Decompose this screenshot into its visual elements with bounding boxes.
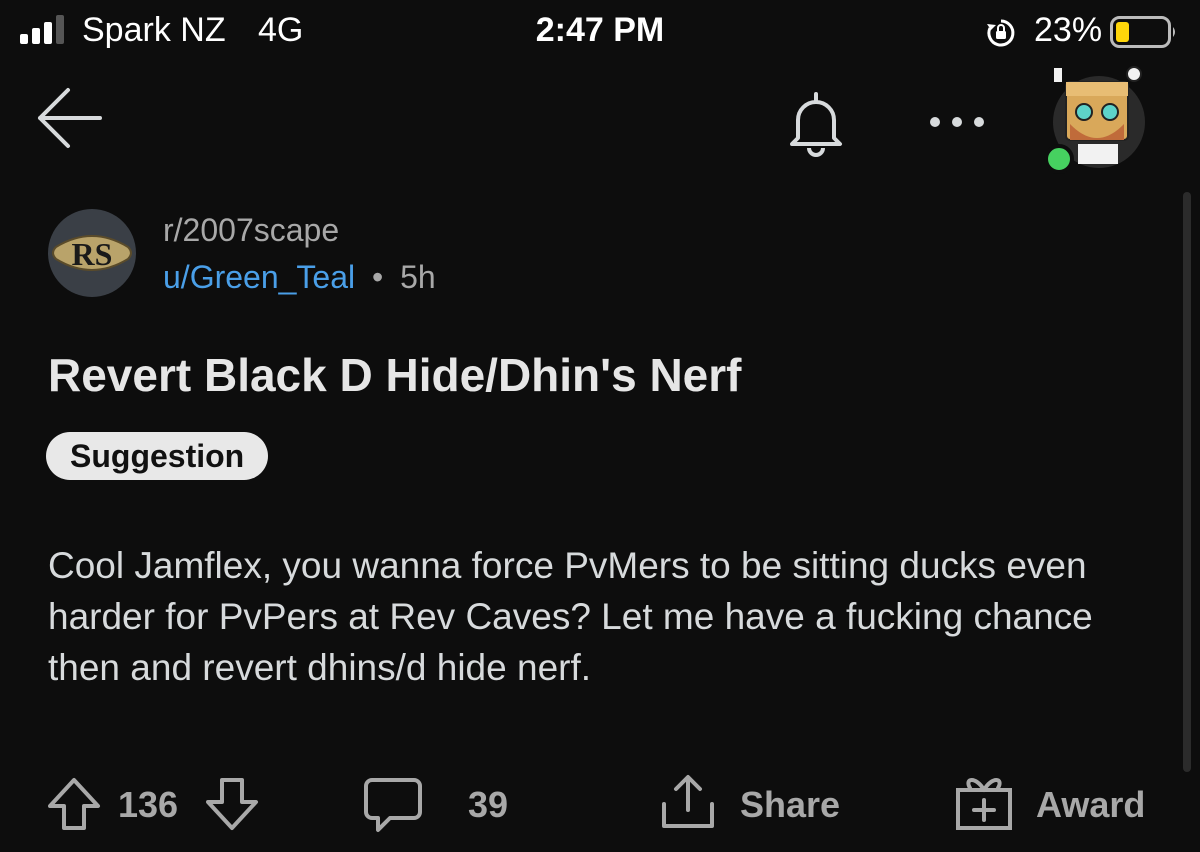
online-status-dot	[1044, 144, 1074, 174]
rotation-lock-icon	[987, 19, 1015, 47]
share-icon[interactable]	[658, 772, 718, 832]
comment-icon[interactable]	[362, 774, 424, 836]
bell-icon[interactable]	[780, 88, 852, 160]
upvote-icon[interactable]	[46, 776, 102, 832]
battery-icon	[1110, 16, 1175, 48]
post-meta: u/Green_Teal • 5h	[163, 259, 436, 296]
comment-count[interactable]: 39	[468, 784, 508, 826]
vote-score: 136	[118, 784, 179, 825]
gift-icon[interactable]	[954, 772, 1014, 832]
post-detail-screen: Spark NZ 4G 2:47 PM 23% RS r/2007scape u…	[0, 0, 1200, 852]
post-body: Cool Jamflex, you wanna force PvMers to …	[48, 545, 1093, 688]
clock: 2:47 PM	[535, 11, 665, 49]
subreddit-name[interactable]: r/2007scape	[163, 212, 339, 249]
post-flair[interactable]: Suggestion	[46, 432, 269, 480]
meta-separator: •	[372, 259, 384, 295]
post-title: Revert Black D Hide/Dhin's Nerf	[48, 349, 742, 401]
battery-percent: 23%	[1034, 11, 1103, 49]
status-bar: Spark NZ 4G 2:47 PM 23%	[0, 0, 1200, 62]
award-button[interactable]: Award	[1036, 784, 1145, 826]
author-link[interactable]: u/Green_Teal	[163, 259, 355, 295]
subreddit-icon-text: RS	[72, 236, 113, 272]
subreddit-icon[interactable]: RS	[46, 207, 138, 299]
more-options-icon[interactable]	[924, 104, 990, 140]
share-button[interactable]: Share	[740, 784, 840, 826]
scrollbar[interactable]	[1183, 192, 1191, 772]
downvote-icon[interactable]	[204, 776, 260, 832]
post-age: 5h	[400, 259, 436, 295]
back-arrow-icon[interactable]	[32, 82, 104, 154]
